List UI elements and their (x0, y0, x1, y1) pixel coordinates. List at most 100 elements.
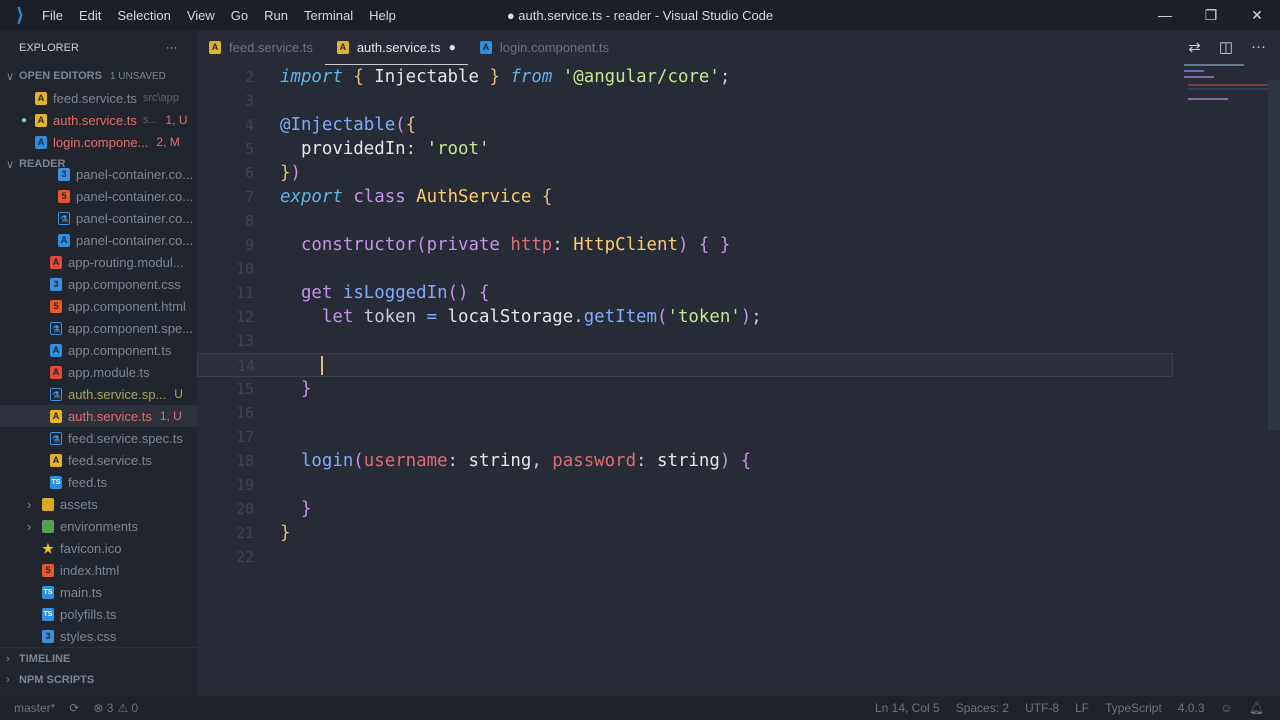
indentation[interactable]: Spaces: 2 (956, 701, 1009, 715)
tab-feed-service-ts[interactable]: Afeed.service.ts (197, 30, 325, 65)
file-item[interactable]: ⚗ auth.service.sp... U (0, 383, 197, 405)
code-line[interactable]: 6}) (197, 161, 1173, 185)
code-line[interactable]: 11 get isLoggedIn() { (197, 281, 1173, 305)
file-item[interactable]: ★ favicon.ico (0, 537, 197, 559)
tab-auth-service-ts[interactable]: Aauth.service.ts ● (324, 30, 468, 65)
code-line[interactable]: 5 providedIn: 'root' (197, 137, 1173, 161)
file-item[interactable]: 3 styles.css (0, 625, 197, 647)
code-line[interactable]: 2 import { Injectable } from '@angular/co… (197, 65, 1173, 89)
menu-go[interactable]: Go (231, 8, 248, 23)
code-line[interactable]: 7 export class AuthService { (197, 185, 1173, 209)
warnings-count[interactable]: ⚠ 0 (117, 701, 138, 715)
file-item[interactable]: 5 index.html (0, 559, 197, 581)
code-line[interactable]: 22 (197, 545, 1173, 569)
file-item[interactable]: ⚗ app.component.spe... (0, 317, 197, 339)
code-line[interactable]: 13 (197, 329, 1173, 353)
code-line[interactable]: 16 (197, 401, 1173, 425)
file-item[interactable]: 5 app.component.html (0, 295, 197, 317)
file-item[interactable]: ⚗ panel-container.co... (0, 207, 197, 229)
more-actions-icon[interactable]: ··· (166, 42, 177, 54)
menu-terminal[interactable]: Terminal (304, 8, 353, 23)
code-line[interactable]: 17 (197, 425, 1173, 449)
code-line[interactable]: 21} (197, 521, 1173, 545)
encoding[interactable]: UTF-8 (1025, 701, 1059, 715)
file-item[interactable]: Apanel-container.co... (0, 229, 197, 251)
tab-label: feed.service.ts (229, 40, 313, 55)
html-icon: 5 (58, 189, 70, 203)
menu-selection[interactable]: Selection (117, 8, 170, 23)
code-editor[interactable]: 2 import { Injectable } from '@angular/co… (197, 65, 1267, 696)
code-line[interactable]: 14 (197, 353, 1173, 377)
line-number: 20 (235, 500, 254, 518)
language-mode[interactable]: TypeScript (1105, 701, 1162, 715)
sync-icon[interactable]: ⟳ (69, 701, 79, 715)
menu-view[interactable]: View (187, 8, 215, 23)
file-item[interactable]: 5 panel-container.co... (0, 185, 197, 207)
menu-file[interactable]: File (42, 8, 63, 23)
code-line[interactable]: 8 (197, 209, 1173, 233)
code-token: ; (719, 67, 731, 87)
code-text: login(username: string, password: string… (280, 449, 751, 473)
end-of-line[interactable]: LF (1075, 701, 1089, 715)
code-line[interactable]: 3 (197, 89, 1173, 113)
code-line[interactable]: 12 let token = localStorage.getItem('tok… (197, 305, 1173, 329)
unsaved-dot-icon[interactable]: ● (449, 40, 456, 54)
code-line[interactable]: 4 @Injectable({ (197, 113, 1173, 137)
menu-help[interactable]: Help (369, 8, 396, 23)
git-branch[interactable]: master* (14, 701, 55, 715)
tab-label: login.component.ts (499, 40, 610, 55)
code-line[interactable]: 9 constructor(private http: HttpClient) … (197, 233, 1173, 257)
more-actions-icon[interactable]: ··· (1251, 38, 1266, 56)
folder-item[interactable]: › assets (0, 493, 197, 515)
close-icon[interactable]: ✕ (1234, 0, 1280, 30)
code-line[interactable]: 19 (197, 473, 1173, 497)
timeline-header[interactable]: › TIMELINE (0, 647, 197, 669)
code-text: export class AuthService { (280, 185, 552, 209)
open-editor-item[interactable]: ● Aauth.service.ts s... 1, U (0, 109, 197, 131)
file-item[interactable]: Afeed.service.ts (0, 449, 197, 471)
file-name: app.component.css (68, 276, 181, 292)
compare-changes-icon[interactable]: ⇄ (1188, 38, 1201, 56)
code-line[interactable]: 15 } (197, 377, 1173, 401)
code-token: { (740, 451, 752, 471)
file-name: auth.service.sp... (68, 386, 167, 402)
open-editor-item[interactable]: Alogin.compone... 2, M (0, 131, 197, 153)
code-text: } (280, 521, 290, 545)
code-line[interactable]: 10 (197, 257, 1173, 281)
folder-item[interactable]: › environments (0, 515, 197, 537)
open-editors-header[interactable]: ∨ OPEN EDITORS 1 UNSAVED (0, 65, 197, 87)
code-token: username (363, 451, 448, 471)
file-item[interactable]: Aauth.service.ts 1, U (0, 405, 197, 427)
menu-edit[interactable]: Edit (79, 8, 101, 23)
feedback-icon[interactable]: ☺ (1221, 701, 1233, 715)
file-name: index.html (60, 562, 120, 578)
editor-scrollbar[interactable] (1268, 80, 1280, 430)
minimize-icon[interactable]: — (1142, 0, 1188, 30)
code-line[interactable]: 20 } (197, 497, 1173, 521)
file-item[interactable]: TS feed.ts (0, 471, 197, 493)
ts-version[interactable]: 4.0.3 (1178, 701, 1205, 715)
file-item[interactable]: ⚗ feed.service.spec.ts (0, 427, 197, 449)
line-number: 19 (235, 476, 254, 494)
code-line[interactable]: 18 login(username: string, password: str… (197, 449, 1173, 473)
file-item[interactable]: Aapp-routing.modul... (0, 251, 197, 273)
file-name: environments (60, 518, 139, 534)
css-icon: 3 (50, 277, 62, 291)
open-editor-item[interactable]: Afeed.service.ts src\app (0, 87, 197, 109)
notifications-icon[interactable]: 🔔︎ (1249, 701, 1264, 715)
npm-scripts-header[interactable]: › NPM SCRIPTS (0, 669, 197, 691)
menu-run[interactable]: Run (264, 8, 288, 23)
minimap[interactable] (1180, 62, 1270, 112)
file-item[interactable]: TS main.ts (0, 581, 197, 603)
errors-count[interactable]: ⊗ 3 (93, 701, 113, 715)
code-token: { (478, 283, 490, 303)
file-item[interactable]: TS polyfills.ts (0, 603, 197, 625)
file-item[interactable]: Aapp.component.ts (0, 339, 197, 361)
tab-login-component-ts[interactable]: Alogin.component.ts (468, 30, 621, 65)
code-token: constructor (280, 235, 417, 255)
split-editor-icon[interactable]: ◫ (1219, 38, 1233, 56)
file-item[interactable]: 3 app.component.css (0, 273, 197, 295)
cursor-position[interactable]: Ln 14, Col 5 (875, 701, 940, 715)
file-item[interactable]: Aapp.module.ts (0, 361, 197, 383)
restore-icon[interactable]: ❐ (1188, 0, 1234, 30)
